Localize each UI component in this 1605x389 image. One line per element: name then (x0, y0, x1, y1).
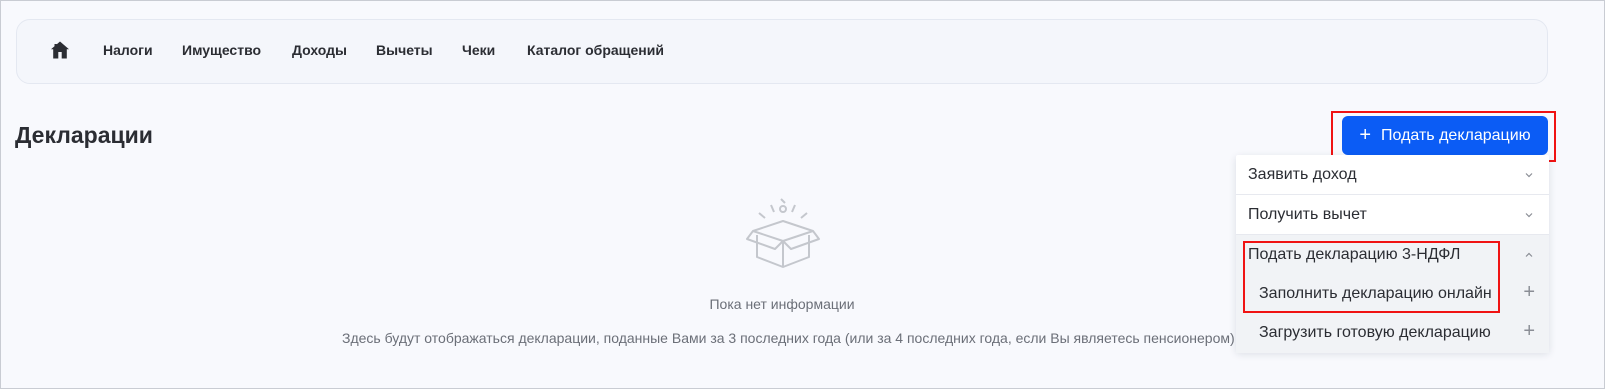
empty-box-icon (746, 198, 820, 268)
plus-icon: + (1523, 320, 1535, 342)
chevron-up-icon (1525, 252, 1533, 257)
nav-item-income[interactable]: Доходы (292, 42, 347, 58)
home-icon[interactable] (50, 40, 70, 60)
dropdown-item-label: Получить вычет (1248, 206, 1367, 223)
nav-item-requests-catalog[interactable]: Каталог обращений (527, 42, 664, 58)
dropdown-item-get-deduction[interactable]: Получить вычет (1236, 195, 1549, 235)
nav-item-property[interactable]: Имущество (182, 42, 261, 58)
chevron-down-icon (1525, 173, 1533, 178)
page-title: Декларации (15, 122, 153, 148)
submit-declaration-label: Подать декларацию (1381, 126, 1531, 144)
submit-declaration-button[interactable]: + Подать декларацию (1342, 116, 1548, 155)
empty-state-description: Здесь будут отображаться декларации, под… (342, 330, 1235, 346)
nav-item-deductions[interactable]: Вычеты (376, 42, 433, 58)
dropdown-item-label: Подать декларацию 3-НДФЛ (1248, 246, 1461, 263)
chevron-down-icon (1525, 213, 1533, 218)
empty-state-title: Пока нет информации (709, 296, 855, 312)
declaration-dropdown-menu: Заявить доход Получить вычет Подать декл… (1236, 155, 1549, 353)
page-frame: Налоги Имущество Доходы Вычеты Чеки Ката… (0, 0, 1605, 389)
top-navigation: Налоги Имущество Доходы Вычеты Чеки Ката… (16, 19, 1548, 84)
dropdown-subitem-upload-ready[interactable]: Загрузить готовую декларацию + (1236, 314, 1549, 353)
nav-item-taxes[interactable]: Налоги (103, 42, 153, 58)
plus-icon: + (1359, 123, 1372, 146)
dropdown-item-3ndfl[interactable]: Подать декларацию 3-НДФЛ Заполнить декла… (1236, 235, 1549, 353)
dropdown-item-label: Заявить доход (1248, 166, 1357, 183)
nav-item-receipts[interactable]: Чеки (462, 42, 495, 58)
dropdown-subitem-label: Загрузить готовую декларацию (1259, 324, 1491, 341)
dropdown-item-declare-income[interactable]: Заявить доход (1236, 155, 1549, 195)
